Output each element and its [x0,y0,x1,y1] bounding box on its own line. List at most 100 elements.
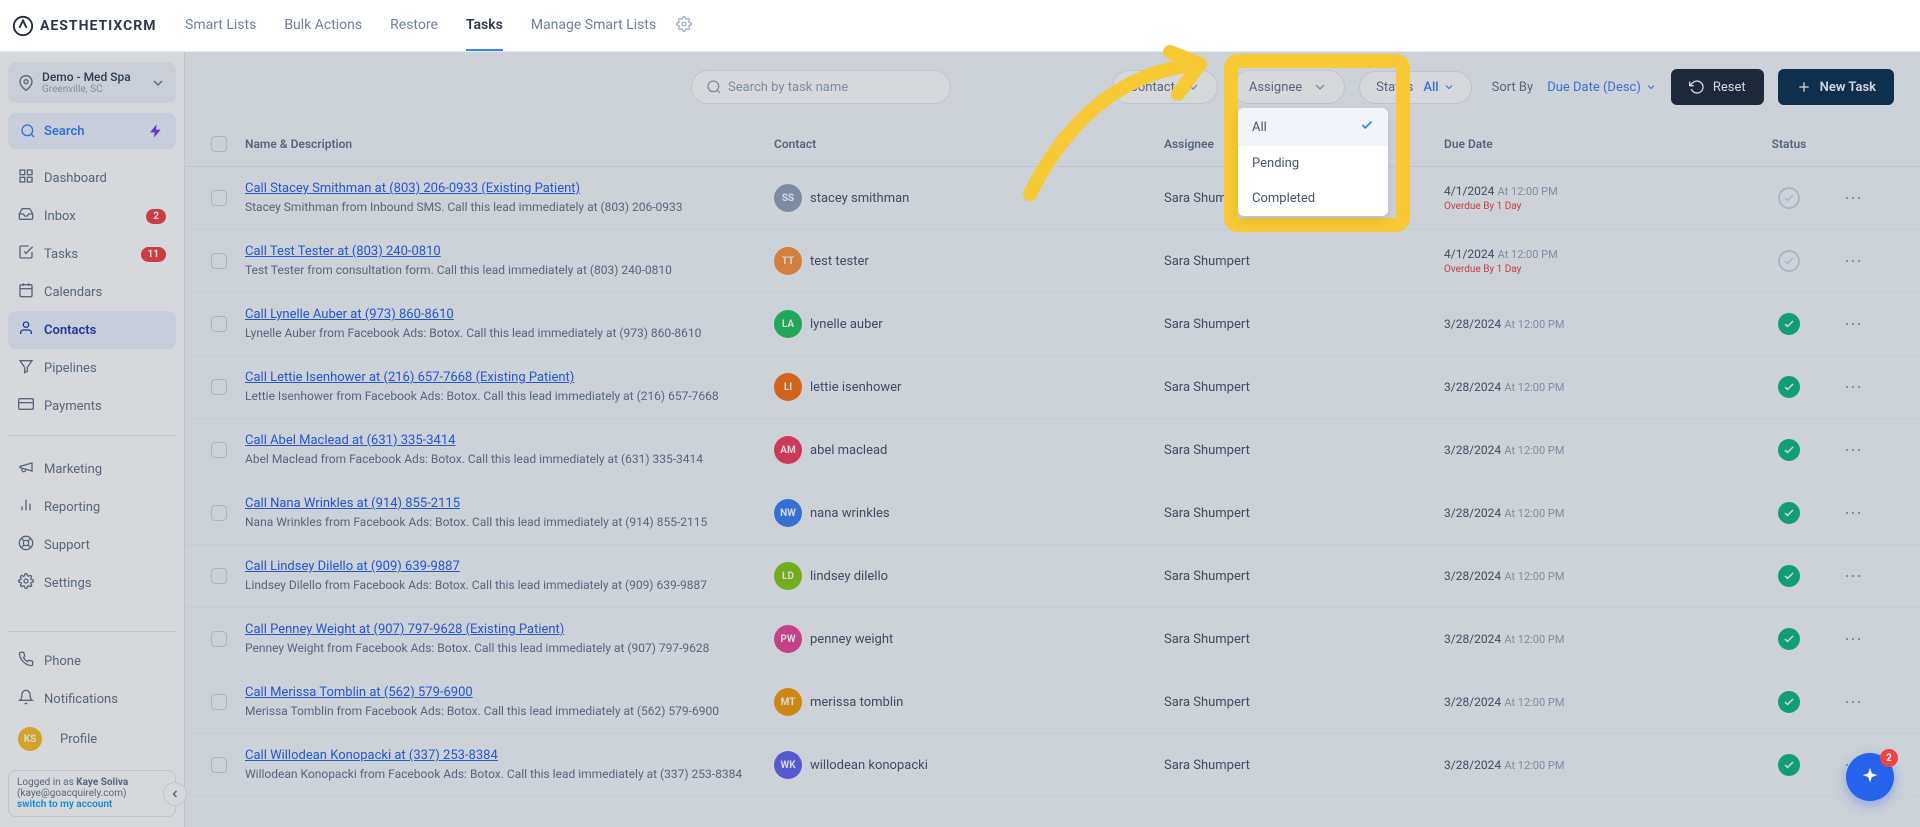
topnav-smart-lists[interactable]: Smart Lists [185,1,256,51]
task-title[interactable]: Call Penney Weight at (907) 797-9628 (Ex… [245,622,774,637]
row-checkbox[interactable] [211,379,227,395]
due-cell: 3/28/2024 At 12:00 PM [1444,695,1734,710]
task-title[interactable]: Call Abel Maclead at (631) 335-3414 [245,433,774,448]
contact-name: penney weight [810,632,893,647]
sidebar-item-dashboard[interactable]: Dashboard [8,159,176,197]
row-menu-icon[interactable]: ⋯ [1844,566,1864,587]
select-all-checkbox[interactable] [211,136,227,152]
row-checkbox[interactable] [211,694,227,710]
row-menu-icon[interactable]: ⋯ [1844,629,1864,650]
assignee-cell: Sara Shumpert [1164,569,1444,584]
sidebar-item-pipelines[interactable]: Pipelines [8,349,176,387]
chevron-left-icon[interactable] [163,782,187,806]
row-checkbox[interactable] [211,316,227,332]
contact-cell[interactable]: TTtest tester [774,247,1164,275]
contact-cell[interactable]: NWnana wrinkles [774,499,1164,527]
contact-cell[interactable]: LAlynelle auber [774,310,1164,338]
task-title[interactable]: Call Lynelle Auber at (973) 860-8610 [245,307,774,322]
topnav-manage-smart-lists[interactable]: Manage Smart Lists [531,1,656,51]
task-title[interactable]: Call Merissa Tomblin at (562) 579-6900 [245,685,774,700]
row-menu-icon[interactable]: ⋯ [1844,692,1864,713]
gear-icon[interactable] [676,16,692,36]
sidebar-search[interactable]: Search [8,113,176,149]
contact-filter[interactable]: Contact [1112,70,1217,104]
status-pending-icon[interactable] [1778,187,1800,209]
card-icon [18,396,34,416]
row-checkbox[interactable] [211,631,227,647]
sidebar-item-label: Support [44,538,90,553]
sort-selector[interactable]: Due Date (Desc) [1547,80,1657,95]
assignee-cell: Sara Shumpert [1164,443,1444,458]
status-pending-icon[interactable] [1778,250,1800,272]
status-done-icon[interactable] [1778,691,1800,713]
sidebar-item-settings[interactable]: Settings [8,564,176,602]
sidebar-item-marketing[interactable]: Marketing [8,450,176,488]
location-selector[interactable]: Demo - Med Spa Greenville, SC [8,62,176,103]
contact-cell[interactable]: SSstacey smithman [774,184,1164,212]
status-done-icon[interactable] [1778,754,1800,776]
row-checkbox[interactable] [211,568,227,584]
task-title[interactable]: Call Willodean Konopacki at (337) 253-83… [245,748,774,763]
task-title[interactable]: Call Test Tester at (803) 240-0810 [245,244,774,259]
status-done-icon[interactable] [1778,376,1800,398]
contact-cell[interactable]: WKwillodean konopacki [774,751,1164,779]
chevron-down-icon [1312,79,1328,95]
status-option-all[interactable]: All [1238,108,1388,146]
sidebar-item-tasks[interactable]: Tasks11 [8,235,176,273]
sidebar-item-notifications[interactable]: Notifications [8,680,176,718]
row-menu-icon[interactable]: ⋯ [1844,251,1864,272]
row-menu-icon[interactable]: ⋯ [1844,377,1864,398]
sidebar-item-contacts[interactable]: Contacts [8,311,176,349]
contact-cell[interactable]: AMabel maclead [774,436,1164,464]
status-done-icon[interactable] [1778,502,1800,524]
sidebar-item-label: Dashboard [44,171,107,186]
task-title[interactable]: Call Nana Wrinkles at (914) 855-2115 [245,496,774,511]
row-checkbox[interactable] [211,442,227,458]
topnav-restore[interactable]: Restore [390,1,438,51]
status-filter[interactable]: Status All [1359,71,1471,104]
toolbar: Search by task name Contact Assignee Sta… [185,52,1920,122]
option-label: All [1252,120,1267,135]
sidebar-item-calendars[interactable]: Calendars [8,273,176,311]
sidebar-item-payments[interactable]: Payments [8,387,176,425]
row-menu-icon[interactable]: ⋯ [1844,503,1864,524]
sidebar-item-support[interactable]: Support [8,526,176,564]
sidebar-item-reporting[interactable]: Reporting [8,488,176,526]
reset-button[interactable]: Reset [1671,69,1764,105]
check-icon [1360,118,1374,136]
row-checkbox[interactable] [211,253,227,269]
task-search[interactable]: Search by task name [691,70,951,104]
row-checkbox[interactable] [211,190,227,206]
switch-account-link[interactable]: switch to my account [17,799,112,810]
inbox-icon [18,206,34,226]
main-content: Search by task name Contact Assignee Sta… [185,52,1920,827]
sidebar-item-inbox[interactable]: Inbox2 [8,197,176,235]
row-menu-icon[interactable]: ⋯ [1844,440,1864,461]
contact-cell[interactable]: LDlindsey dilello [774,562,1164,590]
status-option-completed[interactable]: Completed [1238,181,1388,216]
chat-fab[interactable]: 2 [1846,753,1894,801]
row-menu-icon[interactable]: ⋯ [1844,314,1864,335]
new-task-button[interactable]: New Task [1778,69,1894,105]
task-title[interactable]: Call Lettie Isenhower at (216) 657-7668 … [245,370,774,385]
sidebar-item-profile[interactable]: KSProfile [8,718,176,760]
task-title[interactable]: Call Lindsey Dilello at (909) 639-9887 [245,559,774,574]
contact-cell[interactable]: MTmerissa tomblin [774,688,1164,716]
task-row: Call Lynelle Auber at (973) 860-8610Lyne… [185,293,1920,356]
row-checkbox[interactable] [211,505,227,521]
status-done-icon[interactable] [1778,628,1800,650]
status-done-icon[interactable] [1778,439,1800,461]
contact-name: abel maclead [810,443,887,458]
status-option-pending[interactable]: Pending [1238,146,1388,181]
sidebar-item-phone[interactable]: Phone [8,642,176,680]
status-done-icon[interactable] [1778,565,1800,587]
topnav-tasks[interactable]: Tasks [466,1,503,51]
task-title[interactable]: Call Stacey Smithman at (803) 206-0933 (… [245,181,774,196]
topnav-bulk-actions[interactable]: Bulk Actions [284,1,362,51]
contact-cell[interactable]: LIlettie isenhower [774,373,1164,401]
row-checkbox[interactable] [211,757,227,773]
contact-cell[interactable]: PWpenney weight [774,625,1164,653]
status-done-icon[interactable] [1778,313,1800,335]
row-menu-icon[interactable]: ⋯ [1844,188,1864,209]
assignee-filter[interactable]: Assignee [1232,70,1345,104]
